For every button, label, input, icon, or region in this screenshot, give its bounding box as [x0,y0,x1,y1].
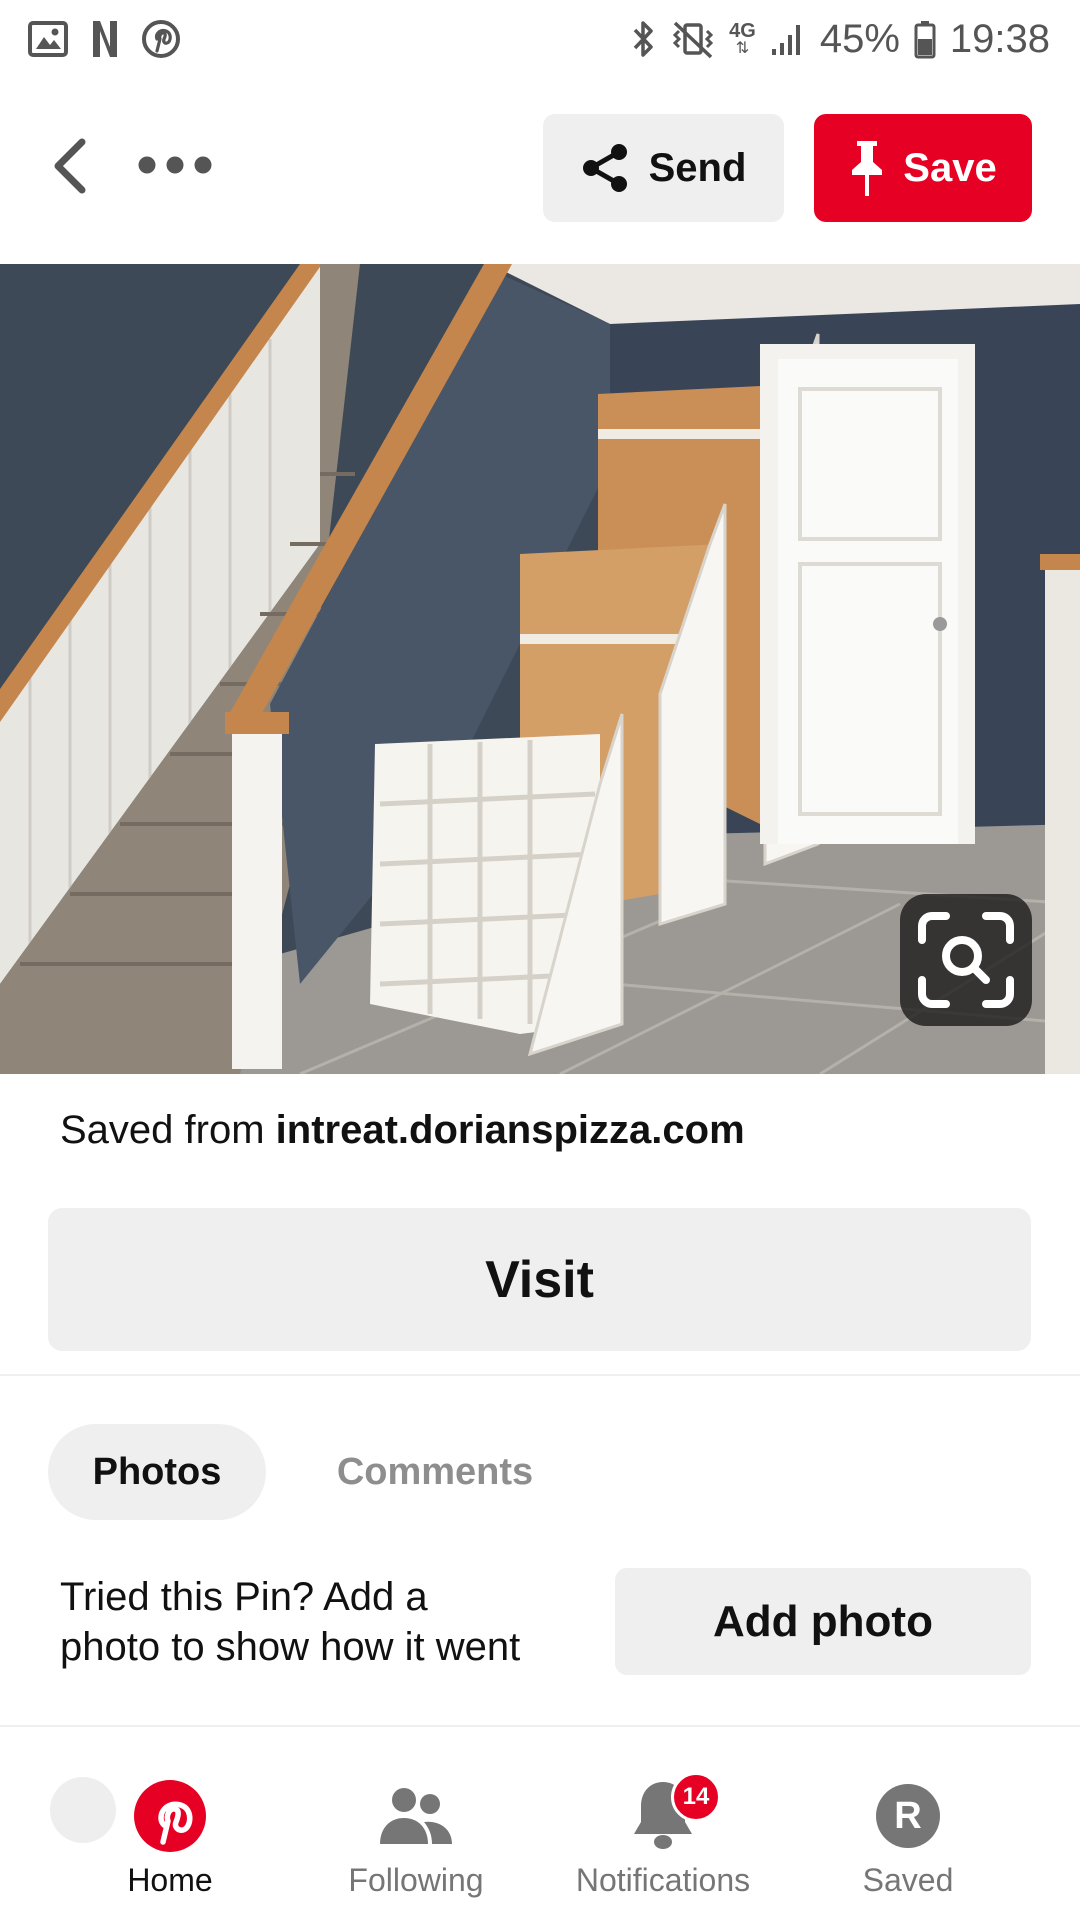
nav-following-label: Following [348,1862,484,1898]
tried-line-1: Tried this Pin? Add a [60,1575,428,1619]
nav-following[interactable]: Following [316,1774,516,1914]
pushpin-icon [852,141,883,196]
visit-label: Visit [485,1250,594,1309]
tried-line-2: photo to show how it went [60,1625,521,1669]
source-domain-link[interactable]: intreat.dorianspizza.com [276,1108,745,1152]
avatar: R [876,1784,940,1848]
clock: 19:38 [949,16,1050,61]
bluetooth-icon [631,19,657,59]
visual-search-button[interactable] [900,894,1032,1026]
nav-notifications[interactable]: 14 Notifications [563,1772,763,1914]
chevron-left-icon [54,138,86,194]
vibrate-mute-icon [671,19,715,59]
nav-saved-label: Saved [862,1862,954,1898]
send-label: Send [648,145,747,190]
status-left-icons [28,19,180,59]
divider [0,1374,1080,1376]
add-photo-button[interactable]: Add photo [615,1568,1031,1675]
divider [0,1725,1080,1727]
notification-count-badge: 14 [671,1772,721,1822]
back-button[interactable] [40,134,100,198]
pinterest-icon [142,20,180,58]
people-icon [378,1774,454,1858]
send-button[interactable]: Send [543,114,784,222]
visit-button[interactable]: Visit [48,1208,1031,1351]
lens-search-icon [918,912,1014,1008]
status-right: 4G ⇅ 45% 19:38 [631,17,1050,62]
source-prefix: Saved from [60,1108,276,1152]
status-bar: 4G ⇅ 45% 19:38 [0,0,1080,78]
tried-pin-prompt: Tried this Pin? Add a photo to show how … [60,1572,580,1672]
pin-source: Saved from intreat.dorianspizza.com [60,1108,745,1153]
nav-home-label: Home [127,1862,213,1898]
more-options-button[interactable] [132,140,218,190]
nav-saved[interactable]: R Saved [808,1774,1008,1914]
gallery-icon [28,21,68,57]
tab-comments-label: Comments [336,1450,534,1493]
ellipsis-icon [138,156,212,174]
add-photo-label: Add photo [713,1596,933,1646]
netflix-icon [90,19,120,59]
pin-top-nav: Send Save [0,110,1080,222]
save-label: Save [903,145,997,190]
tab-photos-label: Photos [92,1450,222,1493]
tab-photos[interactable]: Photos [48,1424,266,1520]
battery-icon [914,19,936,59]
nav-home[interactable]: Home [70,1774,270,1914]
pin-image[interactable] [0,264,1080,1074]
saved-avatar-wrapper: R [876,1774,940,1858]
bottom-nav: Home Following 14 Notifications R Saved [0,1760,1080,1920]
bell-icon: 14 [631,1772,721,1858]
share-icon [582,144,627,192]
signal-icon [770,21,806,57]
save-button[interactable]: Save [814,114,1032,222]
tab-comments[interactable]: Comments [300,1424,570,1520]
network-type-icon: 4G ⇅ [729,20,756,57]
pinterest-logo-icon [132,1774,208,1858]
battery-percent: 45% [819,16,900,61]
nav-notifications-label: Notifications [575,1862,751,1898]
